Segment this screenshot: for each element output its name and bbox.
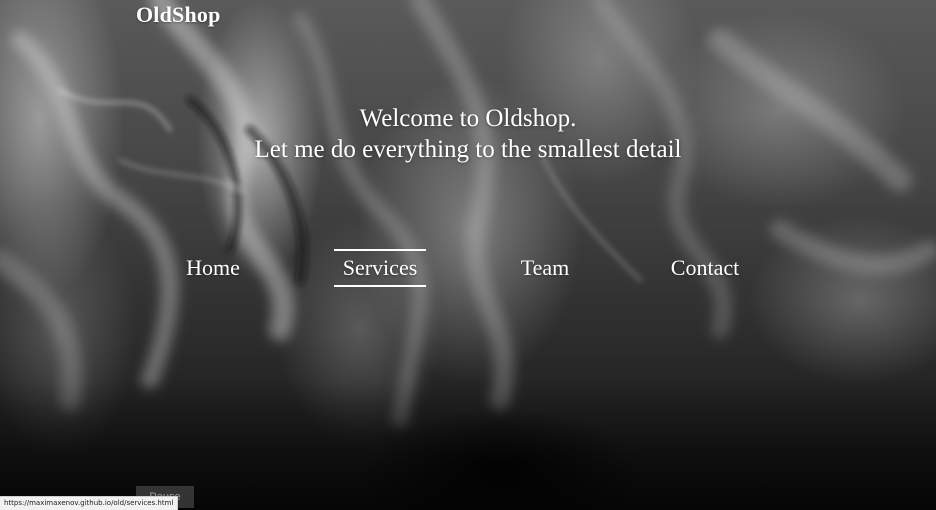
status-bar-url: https://maximaxenov.github.io/old/servic…	[0, 496, 179, 510]
main-nav: Home Services Team Contact	[0, 249, 936, 287]
nav-item-services[interactable]: Services	[334, 249, 426, 287]
nav-item-home[interactable]: Home	[180, 249, 246, 287]
page-background: OldShop Welcome to Oldshop. Let me do ev…	[0, 0, 936, 510]
site-logo[interactable]: OldShop	[136, 2, 221, 28]
hero-line-2: Let me do everything to the smallest det…	[254, 136, 682, 163]
hero-heading: Welcome to Oldshop. Let me do everything…	[0, 103, 936, 165]
nav-item-contact[interactable]: Contact	[662, 249, 748, 287]
hero-line-1: Welcome to Oldshop.	[359, 105, 577, 132]
nav-item-team[interactable]: Team	[512, 249, 578, 287]
